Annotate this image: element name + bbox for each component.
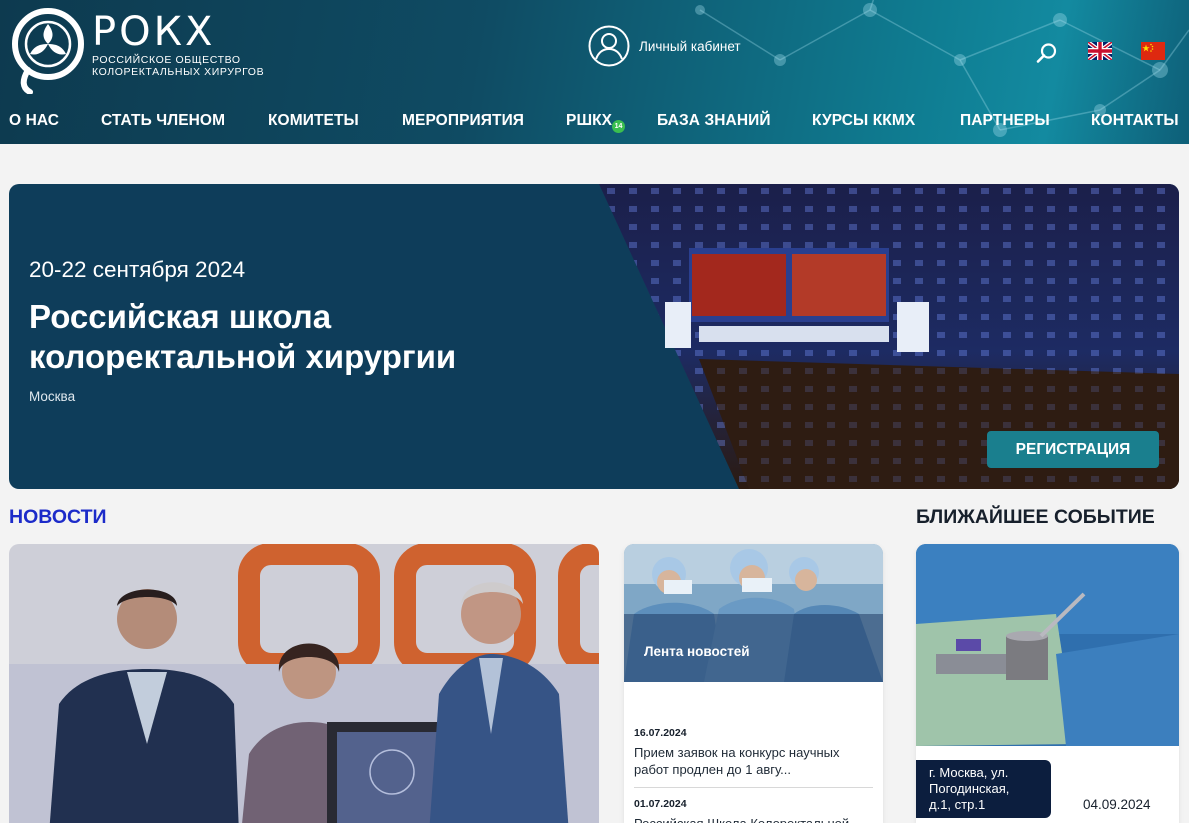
event-address: г. Москва, ул. Погодинская, д.1, стр.1 [916, 760, 1051, 818]
event-section-title: БЛИЖАЙШЕЕ СОБЫТИЕ [916, 506, 1155, 528]
news-feed-divider [634, 787, 873, 788]
news-feed-item[interactable]: 16.07.2024 Прием заявок на конкурс научн… [634, 727, 873, 778]
news-feed-item-text: Российская Школа Колоректальной [634, 815, 873, 823]
china-flag-icon[interactable] [1141, 42, 1165, 60]
award-ceremony-photo [9, 544, 599, 823]
nav-item-about[interactable]: О НАС [9, 112, 59, 130]
news-feed-item-date: 16.07.2024 [634, 727, 687, 739]
nav-item-contacts[interactable]: КОНТАКТЫ [1091, 112, 1179, 130]
event-date: 04.09.2024 [1083, 797, 1151, 812]
main-navigation: О НАС СТАТЬ ЧЛЕНОМ КОМИТЕТЫ МЕРОПРИЯТИЯ … [0, 108, 1189, 136]
brand-subtitle-line2: КОЛОРЕКТАЛЬНЫХ ХИРУРГОВ [92, 66, 265, 78]
hero-title-line2: колоректальной хирургии [29, 338, 457, 375]
event-address-line2: Погодинская, [929, 781, 1010, 796]
surgeons-photo [624, 544, 883, 682]
news-feed-item-date: 01.07.2024 [634, 798, 687, 810]
news-feed-item-text: Прием заявок на конкурс научных работ пр… [634, 745, 840, 777]
nav-item-committees[interactable]: КОМИТЕТЫ [268, 112, 359, 130]
nav-item-knowledge-base[interactable]: БАЗА ЗНАНИЙ [657, 112, 771, 130]
event-address-line1: г. Москва, ул. [929, 765, 1009, 780]
brand-subtitle-line1: РОССИЙСКОЕ ОБЩЕСТВО [92, 54, 241, 66]
news-feed-label: Лента новостей [644, 644, 750, 659]
news-feed-card[interactable]: Лента новостей [624, 544, 883, 823]
nav-item-rshkh[interactable]: РШКХ [566, 112, 612, 130]
rokh-logo-icon[interactable] [8, 8, 88, 94]
nav-item-courses[interactable]: КУРСЫ ККМХ [812, 112, 915, 130]
account-label: Личный кабинет [639, 38, 741, 54]
brand-name: РОКХ [92, 9, 216, 55]
site-header: РОКХ РОССИЙСКОЕ ОБЩЕСТВО КОЛОРЕКТАЛЬНЫХ … [0, 0, 1189, 144]
account-link[interactable]: Личный кабинет [588, 25, 741, 67]
nearest-event-card[interactable]: г. Москва, ул. Погодинская, д.1, стр.1 0… [916, 544, 1179, 823]
hero-city: Москва [29, 389, 76, 404]
hero-title-line1: Российская школа [29, 298, 332, 335]
surgical-instruments-photo [916, 544, 1179, 746]
nav-item-partners[interactable]: ПАРТНЕРЫ [960, 112, 1050, 130]
news-feed-item[interactable]: 01.07.2024 Российская Школа Колоректальн… [634, 798, 873, 823]
nav-item-events[interactable]: МЕРОПРИЯТИЯ [402, 112, 524, 130]
registration-button[interactable]: РЕГИСТРАЦИЯ [987, 431, 1159, 468]
hero-date: 20-22 сентября 2024 [29, 257, 246, 282]
nav-item-become-member[interactable]: СТАТЬ ЧЛЕНОМ [101, 112, 225, 130]
search-icon[interactable] [1036, 42, 1058, 64]
event-address-line3: д.1, стр.1 [929, 797, 986, 812]
news-section-title[interactable]: НОВОСТИ [9, 506, 107, 529]
hero-banner: 20-22 сентября 2024 Российская школа кол… [9, 184, 1179, 489]
uk-flag-icon[interactable] [1088, 42, 1112, 60]
hero-title: Российская школа колоректальной хирургии [29, 297, 589, 377]
featured-news-card[interactable] [9, 544, 599, 823]
brand-block[interactable]: РОКХ РОССИЙСКОЕ ОБЩЕСТВО КОЛОРЕКТАЛЬНЫХ … [92, 9, 265, 78]
user-icon [588, 25, 630, 67]
nav-badge: 14 [612, 120, 625, 133]
